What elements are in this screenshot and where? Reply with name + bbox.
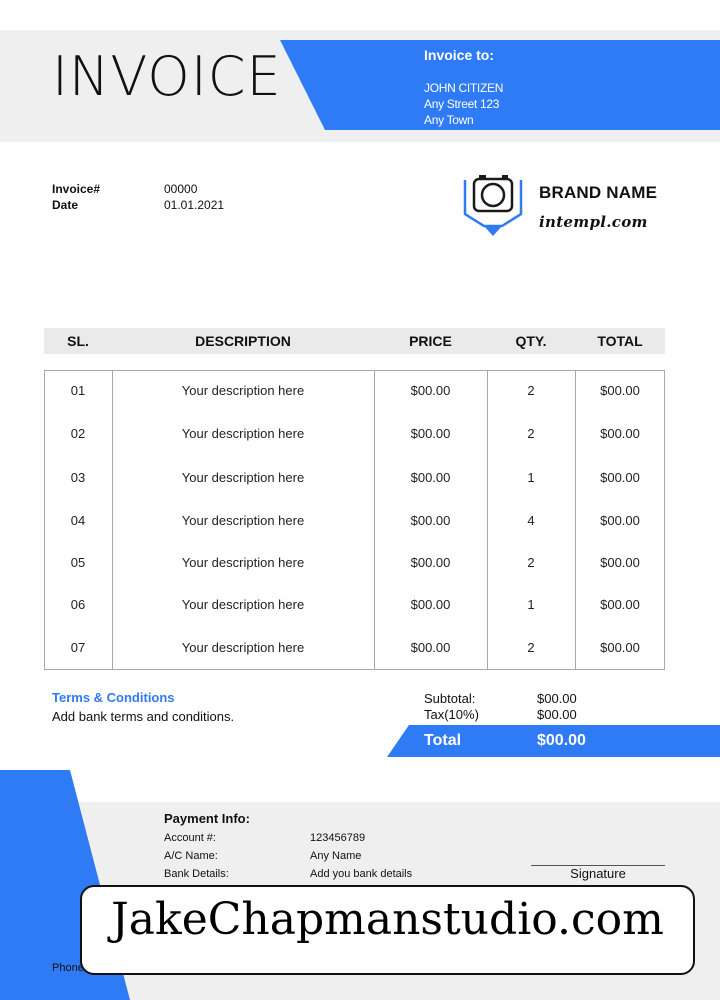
cell-price: $00.00 <box>410 555 451 570</box>
ac-name-value: Any Name <box>310 850 362 862</box>
total-value: $00.00 <box>537 732 586 749</box>
watermark-text: JakeChapmanstudio.com <box>111 894 664 945</box>
cell-price: $00.00 <box>410 383 451 398</box>
subtotal-label: Subtotal: <box>424 691 476 706</box>
cell-description: Your description here <box>181 513 305 528</box>
brand-url: intempl.com <box>539 213 648 231</box>
cell-price: $00.00 <box>410 640 451 655</box>
cell-qty: 2 <box>527 640 535 655</box>
cell-total: $00.00 <box>600 597 640 612</box>
cell-price: $00.00 <box>410 597 451 612</box>
cell-description: Your description here <box>181 640 305 655</box>
terms-title: Terms & Conditions <box>52 690 175 705</box>
cell-total: $00.00 <box>600 513 640 528</box>
cell-total: $00.00 <box>600 426 640 441</box>
cell-price: $00.00 <box>410 470 451 485</box>
phone-label: Phone <box>52 962 84 974</box>
cell-description: Your description here <box>181 426 305 441</box>
client-name: JOHN CITIZEN <box>424 81 504 95</box>
cell-sl: 05 <box>70 555 86 570</box>
cell-price: $00.00 <box>410 513 451 528</box>
signature-label: Signature <box>570 866 626 881</box>
date-value: 01.01.2021 <box>164 198 225 212</box>
tax-label: Tax(10%) <box>424 707 479 722</box>
cell-qty: 1 <box>527 470 535 485</box>
subtotal-value: $00.00 <box>537 691 577 706</box>
payment-info-title: Payment Info: <box>164 811 250 826</box>
cell-description: Your description here <box>181 555 305 570</box>
cell-qty: 2 <box>527 426 535 441</box>
cell-total: $00.00 <box>600 383 640 398</box>
cell-qty: 4 <box>527 513 535 528</box>
camera-pin-icon <box>463 175 523 236</box>
cell-sl: 02 <box>70 426 86 441</box>
cell-sl: 04 <box>70 513 86 528</box>
terms-text: Add bank terms and conditions. <box>52 709 235 724</box>
cell-description: Your description here <box>181 470 305 485</box>
client-town: Any Town <box>424 113 474 127</box>
invoice-to-heading: Invoice to: <box>424 47 495 63</box>
client-street: Any Street 123 <box>424 97 500 111</box>
cell-qty: 1 <box>527 597 535 612</box>
invoice-number-value: 00000 <box>164 182 198 196</box>
brand-name: BRAND NAME <box>539 183 658 202</box>
col-header-total: TOTAL <box>597 333 643 349</box>
cell-sl: 06 <box>70 597 86 612</box>
cell-price: $00.00 <box>410 426 451 441</box>
bank-details-label: Bank Details: <box>164 868 229 880</box>
cell-qty: 2 <box>527 383 535 398</box>
col-header-qty: QTY. <box>515 333 547 349</box>
col-header-description: DESCRIPTION <box>195 333 291 349</box>
col-header-sl: SL. <box>67 333 89 349</box>
date-label: Date <box>52 198 79 212</box>
cell-sl: 03 <box>70 470 86 485</box>
cell-qty: 2 <box>527 555 535 570</box>
ac-name-label: A/C Name: <box>164 850 218 862</box>
invoice-number-label: Invoice# <box>52 182 101 196</box>
account-label: Account #: <box>164 832 216 844</box>
cell-description: Your description here <box>181 597 305 612</box>
cell-total: $00.00 <box>600 555 640 570</box>
cell-sl: 07 <box>70 640 86 655</box>
cell-total: $00.00 <box>600 470 640 485</box>
bank-details-value: Add you bank details <box>310 868 413 880</box>
total-label: Total <box>424 732 462 749</box>
cell-description: Your description here <box>181 383 305 398</box>
col-header-price: PRICE <box>409 333 452 349</box>
tax-value: $00.00 <box>537 707 577 722</box>
cell-total: $00.00 <box>600 640 640 655</box>
account-value: 123456789 <box>310 832 366 844</box>
invoice-title: INVOICE <box>52 45 282 108</box>
cell-sl: 01 <box>70 383 86 398</box>
